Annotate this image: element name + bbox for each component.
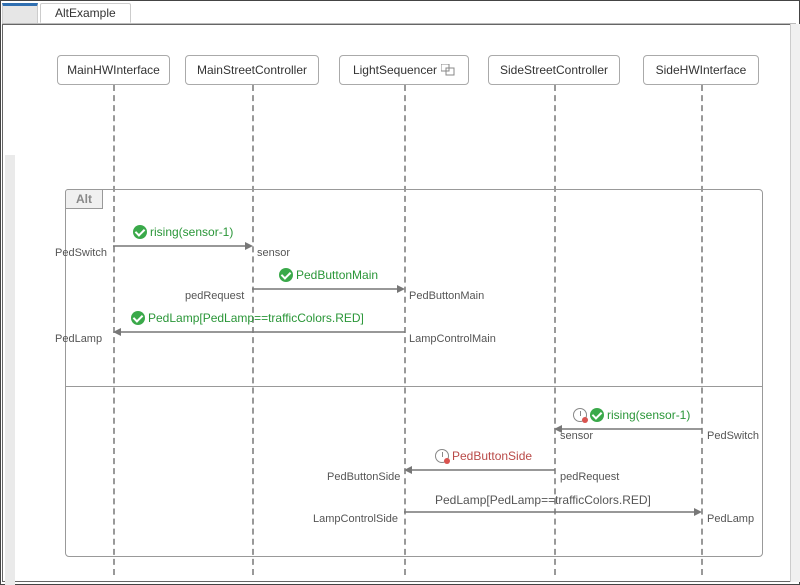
role-label: PedLamp <box>707 513 754 525</box>
clock-warn-icon <box>435 449 449 463</box>
tab-label: AltExample <box>55 6 116 20</box>
lifeline-label: SideStreetController <box>500 63 608 77</box>
message-text: PedLamp[PedLamp==trafficColors.RED] <box>148 311 364 325</box>
role-label: sensor <box>560 430 593 442</box>
lifeline-side-hw-interface[interactable]: SideHWInterface <box>643 55 759 85</box>
message-label[interactable]: PedButtonMain <box>279 268 378 282</box>
role-label: pedRequest <box>560 471 619 483</box>
sequence-diagram: MainHWInterface MainStreetController Lig… <box>2 24 796 582</box>
message-label[interactable]: rising(sensor-1) <box>133 225 233 239</box>
lifeline-main-street-controller[interactable]: MainStreetController <box>185 55 319 85</box>
message-text: rising(sensor-1) <box>607 408 690 422</box>
message-arrow[interactable] <box>404 466 555 474</box>
message-label[interactable]: PedLamp[PedLamp==trafficColors.RED] <box>435 493 651 507</box>
role-label: sensor <box>257 247 290 259</box>
lifeline-label: MainHWInterface <box>67 63 160 77</box>
message-arrow[interactable] <box>252 285 405 293</box>
tab-altexample[interactable]: AltExample <box>40 3 131 23</box>
vertical-scrollbar[interactable] <box>790 24 800 582</box>
role-label: pedRequest <box>185 290 244 302</box>
tab-spacer[interactable] <box>2 3 38 23</box>
role-label: PedSwitch <box>55 247 107 259</box>
composite-icon <box>441 64 455 76</box>
message-text: rising(sensor-1) <box>150 225 233 239</box>
lifeline-side-street-controller[interactable]: SideStreetController <box>488 55 620 85</box>
lifeline-light-sequencer[interactable]: LightSequencer <box>339 55 469 85</box>
role-label: LampControlSide <box>313 513 398 525</box>
message-arrow[interactable] <box>113 328 405 336</box>
message-label[interactable]: PedButtonSide <box>435 449 532 463</box>
role-label: PedLamp <box>55 333 102 345</box>
check-icon <box>279 268 293 282</box>
role-label: PedButtonMain <box>409 290 484 302</box>
message-arrow[interactable] <box>113 242 253 250</box>
message-text: PedButtonSide <box>452 449 532 463</box>
left-gutter <box>5 155 15 585</box>
alt-divider <box>66 386 762 387</box>
message-text: PedLamp[PedLamp==trafficColors.RED] <box>435 493 651 507</box>
tab-bar: AltExample <box>2 2 796 24</box>
check-icon <box>131 311 145 325</box>
lifeline-label: SideHWInterface <box>656 63 747 77</box>
clock-warn-icon <box>573 408 587 422</box>
lifeline-main-hw-interface[interactable]: MainHWInterface <box>57 55 170 85</box>
alt-operator-label: Alt <box>65 189 103 209</box>
message-text: PedButtonMain <box>296 268 378 282</box>
role-label: LampControlMain <box>409 333 496 345</box>
lifeline-label: LightSequencer <box>353 63 437 77</box>
check-icon <box>590 408 604 422</box>
check-icon <box>133 225 147 239</box>
role-label: PedButtonSide <box>327 471 400 483</box>
message-label[interactable]: rising(sensor-1) <box>573 408 690 422</box>
message-label[interactable]: PedLamp[PedLamp==trafficColors.RED] <box>131 311 364 325</box>
lifeline-label: MainStreetController <box>197 63 307 77</box>
message-arrow[interactable] <box>404 508 702 516</box>
role-label: PedSwitch <box>707 430 759 442</box>
